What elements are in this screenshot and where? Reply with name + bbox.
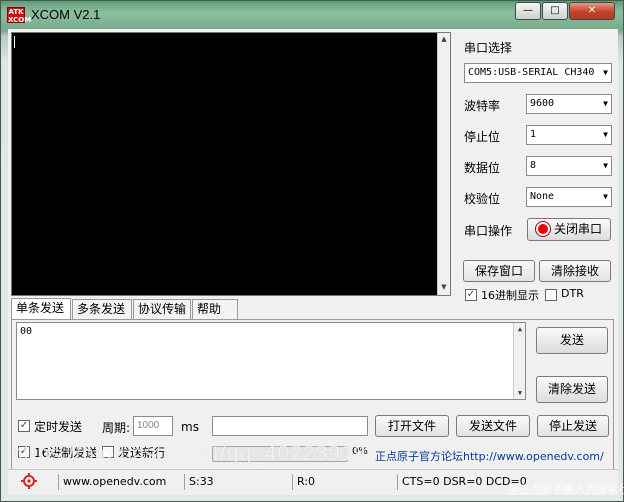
tab-single-send[interactable]: 单条发送 (11, 298, 71, 319)
chevron-down-icon: ▼ (603, 130, 608, 139)
port-op-label: 串口操作 (464, 224, 513, 238)
hex-display-checkbox[interactable]: ✓ (465, 289, 477, 301)
watermark-corner: @正点原子嵌入式技术社区 (508, 483, 624, 496)
file-path-input[interactable] (212, 416, 368, 436)
send-newline-checkbox[interactable] (102, 446, 114, 458)
send-text: 00 (20, 326, 33, 337)
send-file-button[interactable]: 发送文件 (456, 415, 530, 437)
send-input[interactable]: 00 ▲ ▼ (16, 322, 526, 400)
chevron-down-icon: ▼ (603, 161, 608, 170)
app-logo-icon: ATK XCOM (7, 7, 32, 24)
settings-gear-icon[interactable] (20, 472, 38, 490)
hex-display-label: 16进制显示 (481, 289, 539, 302)
status-led-icon (535, 222, 550, 236)
dtr-checkbox[interactable] (545, 289, 557, 301)
send-newline-label: 发送新行 (118, 446, 167, 460)
status-url[interactable]: www.openedv.com (58, 474, 178, 490)
stopbits-select-value: 1 (530, 129, 537, 140)
parity-select-value: None (530, 191, 555, 202)
close-port-button[interactable]: 关闭串口 (527, 218, 611, 241)
forum-link[interactable]: 正点原子官方论坛http://www.openedv.com/ (375, 448, 604, 464)
scroll-down-icon[interactable]: ▼ (514, 387, 526, 399)
chevron-down-icon: ▼ (603, 68, 608, 77)
clear-send-button[interactable]: 清除发送 (536, 376, 608, 403)
status-received: R:0 (292, 474, 394, 490)
baud-label: 波特率 (464, 99, 501, 113)
text-caret (14, 36, 15, 48)
clear-receive-button[interactable]: 清除接收 (539, 260, 611, 282)
tab-protocol[interactable]: 协议传输 (133, 299, 191, 319)
timed-send-label: 定时发送 (34, 420, 83, 434)
close-port-label: 关闭串口 (553, 222, 602, 236)
parity-label: 校验位 (464, 192, 501, 206)
dtr-label: DTR (561, 287, 584, 300)
chevron-down-icon: ▼ (603, 99, 608, 108)
databits-select[interactable]: 8 ▼ (526, 156, 612, 176)
progress-percent: 0% (352, 446, 368, 457)
tab-multi-send[interactable]: 多条发送 (72, 299, 132, 319)
maximize-button[interactable]: □ (542, 2, 568, 20)
title-bar[interactable]: ATK XCOM XCOM V2.1 — □ ✕ (1, 1, 623, 29)
period-label: 周期: (102, 421, 131, 435)
receive-scrollbar[interactable]: ▲ ▼ (437, 33, 450, 295)
scroll-down-icon[interactable]: ▼ (438, 281, 450, 293)
client-area: ▲ ▼ 串口选择 COM5:USB-SERIAL CH340 ▼ 波特率 960… (8, 29, 618, 495)
scroll-up-icon[interactable]: ▲ (438, 33, 450, 45)
databits-label: 数据位 (464, 161, 501, 175)
send-button[interactable]: 发送 (536, 327, 608, 354)
hex-send-label: 16进制发送 (34, 446, 98, 460)
window-title: XCOM V2.1 (31, 7, 101, 22)
scroll-up-icon[interactable]: ▲ (514, 323, 526, 335)
close-button[interactable]: ✕ (569, 2, 615, 20)
send-progress-bar (212, 446, 348, 462)
baud-select-value: 9600 (530, 98, 555, 109)
stop-send-button[interactable]: 停止发送 (537, 415, 609, 437)
app-window: ATK XCOM XCOM V2.1 — □ ✕ ▲ ▼ 串口选择 COM5:US… (0, 0, 624, 502)
parity-select[interactable]: None ▼ (526, 187, 612, 207)
port-label: 串口选择 (464, 41, 513, 55)
port-select-value: COM5:USB-SERIAL CH340 (468, 67, 595, 78)
stopbits-label: 停止位 (464, 130, 501, 144)
send-scrollbar[interactable]: ▲ ▼ (513, 323, 525, 399)
status-sent: S:33 (184, 474, 289, 490)
baud-select[interactable]: 9600 ▼ (526, 94, 612, 114)
single-send-panel: 00 ▲ ▼ 发送 清除发送 ✓ 定时发送 周期: 1000 ms 打开文件 发… (11, 319, 614, 491)
tab-help[interactable]: 帮助 (192, 299, 238, 319)
open-file-button[interactable]: 打开文件 (375, 415, 449, 437)
stopbits-select[interactable]: 1 ▼ (526, 125, 612, 145)
minimize-button[interactable]: — (515, 2, 541, 20)
chevron-down-icon: ▼ (603, 192, 608, 201)
receive-area[interactable]: ▲ ▼ (11, 32, 451, 296)
ms-label: ms (181, 420, 199, 434)
timed-send-checkbox[interactable]: ✓ (18, 420, 30, 432)
hex-send-checkbox[interactable]: ✓ (18, 446, 30, 458)
port-select[interactable]: COM5:USB-SERIAL CH340 ▼ (464, 63, 612, 83)
period-input[interactable]: 1000 (133, 416, 173, 436)
save-window-button[interactable]: 保存窗口 (463, 260, 535, 282)
databits-select-value: 8 (530, 160, 537, 171)
